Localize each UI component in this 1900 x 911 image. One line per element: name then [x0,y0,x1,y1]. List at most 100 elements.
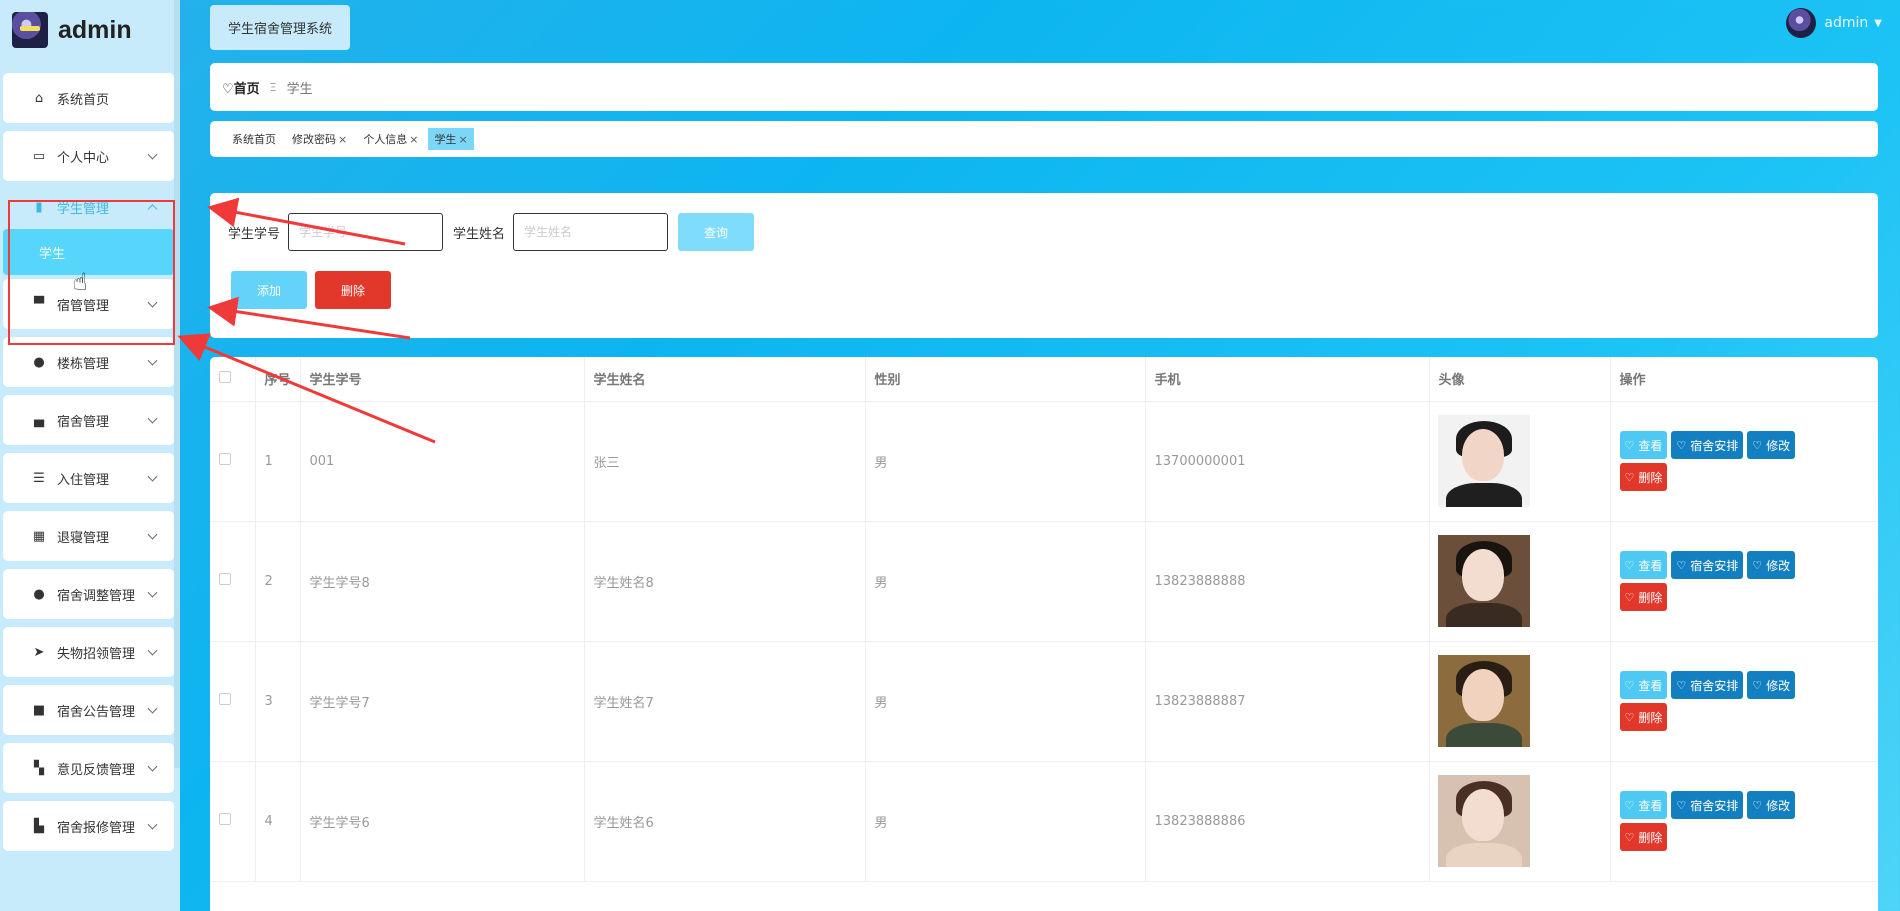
delete-button[interactable]: 删除 [315,271,392,309]
row-checkbox[interactable] [219,693,231,705]
row-delete-button[interactable]: ♡ 删除 [1619,703,1668,731]
select-all-cell[interactable] [210,357,256,402]
gender-cell: 男 [865,761,1146,882]
edit-button[interactable]: ♡ 修改 [1747,671,1796,699]
brand: admin [0,0,180,60]
avatar-cell [1429,641,1611,762]
row-checkbox[interactable] [219,453,231,465]
action-row: 添加 删除 [231,271,392,309]
close-icon[interactable]: × [409,133,418,146]
table-row[interactable]: 3 学生学号7 学生姓名7 男 13823888887 ♡ 查看 ♡ 宿舍安排 ♡ 修… [210,641,1878,762]
actions-cell: ♡ 查看 ♡ 宿舍安排 ♡ 修改 ♡ 删除 [1610,641,1878,762]
chevron-down-icon [147,471,158,482]
sidebar-item-label: 宿舍公告管理 [57,704,136,720]
breadcrumb-home-label: 首页 [233,81,260,97]
sidebar-item-dorm[interactable]: ▄ 宿舍管理 [3,395,174,445]
sidebar-item-check-in[interactable]: ☰ 入住管理 [3,453,174,503]
list-icon: ☰ [33,470,45,486]
view-button[interactable]: ♡ 查看 [1619,551,1668,579]
tag-student[interactable]: 学生 × [428,128,474,150]
row-select-cell[interactable] [210,401,256,522]
assign-label: 宿舍安排 [1690,558,1739,573]
sidebar-item-lost-found[interactable]: ➤ 失物招领管理 [3,627,174,677]
hand-cursor-icon: ☝ [73,268,88,296]
student-id-input[interactable] [288,213,444,251]
sidebar-item-check-out[interactable]: ▦ 退寝管理 [3,511,174,561]
edit-button[interactable]: ♡ 修改 [1747,551,1796,579]
view-label: 查看 [1638,678,1663,693]
view-button[interactable]: ♡ 查看 [1619,431,1668,459]
assign-dorm-button[interactable]: ♡ 宿舍安排 [1671,431,1744,459]
add-button[interactable]: 添加 [231,271,308,309]
sidebar-item-personal-center[interactable]: ▭ 个人中心 [3,131,174,181]
assign-dorm-button[interactable]: ♡ 宿舍安排 [1671,791,1744,819]
sidebar-subitem-student[interactable]: 学生 [3,229,174,275]
tag-label: 学生 [434,133,457,146]
row-delete-button[interactable]: ♡ 删除 [1619,463,1668,491]
heart-icon: ♡ [1624,710,1635,724]
tag-change-password[interactable]: 修改密码 × [286,128,353,150]
chevron-down-icon [147,355,158,366]
table-row[interactable]: 1 001 张三 男 13700000001 ♡ 查看 ♡ 宿舍安排 ♡ 修改 ♡ 删除 [210,401,1878,522]
row-index: 1 [255,401,301,522]
table-row[interactable]: 4 学生学号6 学生姓名6 男 13823888886 ♡ 查看 ♡ 宿舍安排 ♡ 修… [210,761,1878,882]
sidebar-scrollbar[interactable] [174,0,180,768]
assign-dorm-button[interactable]: ♡ 宿舍安排 [1671,671,1744,699]
student-name-input[interactable] [513,213,669,251]
breadcrumb-current: 学生 [286,81,313,97]
edit-button[interactable]: ♡ 修改 [1747,431,1796,459]
row-checkbox[interactable] [219,813,231,825]
sidebar-item-repair[interactable]: ▙ 宿舍报修管理 [3,801,174,851]
row-delete-button[interactable]: ♡ 删除 [1619,823,1668,851]
row-select-cell[interactable] [210,641,256,762]
sidebar-item-label: 意见反馈管理 [57,762,136,778]
sidebar-item-dorm-manager[interactable]: ▀ 宿管管理 [3,279,174,329]
close-icon[interactable]: × [338,133,347,146]
table-row[interactable]: 2 学生学号8 学生姓名8 男 13823888888 ♡ 查看 ♡ 宿舍安排 ♡ 修… [210,521,1878,642]
phone-cell: 13823888888 [1145,521,1430,642]
chevron-down-icon [147,413,158,424]
row-select-cell[interactable] [210,521,256,642]
sidebar-item-feedback[interactable]: ▚ 意见反馈管理 [3,743,174,793]
student-id-cell: 学生学号7 [300,641,585,762]
row-actions: ♡ 查看 ♡ 宿舍安排 ♡ 修改 ♡ 删除 [1619,791,1820,851]
sidebar-item-dorm-adjust[interactable]: ● 宿舍调整管理 [3,569,174,619]
select-all-checkbox[interactable] [219,370,231,383]
student-photo[interactable] [1437,415,1530,507]
edit-label: 修改 [1766,558,1791,573]
gender-cell: 男 [865,641,1146,762]
actions-cell: ♡ 查看 ♡ 宿舍安排 ♡ 修改 ♡ 删除 [1610,401,1878,522]
tag-personal-info[interactable]: 个人信息 × [357,128,424,150]
table-header-row: 序号 学生学号 学生姓名 性别 手机 头像 操作 [210,357,1878,402]
logo [12,12,48,48]
sidebar-item-announcement[interactable]: ■ 宿舍公告管理 [3,685,174,735]
edit-button[interactable]: ♡ 修改 [1747,791,1796,819]
row-select-cell[interactable] [210,761,256,882]
tag-label: 系统首页 [232,133,276,146]
system-name-button[interactable]: 学生宿舍管理系统 [210,5,351,50]
row-delete-button[interactable]: ♡ 删除 [1619,583,1668,611]
view-button[interactable]: ♡ 查看 [1619,791,1668,819]
breadcrumb-home[interactable]: ♡首页 [222,78,260,97]
query-button[interactable]: 查询 [678,213,755,251]
sidebar-item-label: 退寝管理 [57,530,110,546]
student-photo[interactable] [1437,775,1530,867]
heart-icon: ♡ [1624,590,1635,604]
tag-home[interactable]: 系统首页 [226,128,282,150]
system-name-label: 学生宿舍管理系统 [228,22,333,37]
printer-icon: ▄ [34,412,44,428]
close-icon[interactable]: × [458,133,467,146]
sidebar-item-building[interactable]: ● 楼栋管理 [3,337,174,387]
assign-dorm-button[interactable]: ♡ 宿舍安排 [1671,551,1744,579]
heart-icon: ♡ [1624,798,1635,812]
gender-cell: 男 [865,401,1146,522]
card-icon: ▭ [32,148,46,164]
heart-icon: ♡ [1676,558,1687,572]
student-photo[interactable] [1437,535,1530,627]
student-photo[interactable] [1437,655,1530,747]
sidebar-item-home[interactable]: ⌂ 系统首页 [3,73,174,123]
view-button[interactable]: ♡ 查看 [1619,671,1668,699]
row-checkbox[interactable] [219,573,231,585]
sidebar-item-student-management[interactable]: ▮ 学生管理 [3,189,174,225]
user-menu[interactable]: admin ▼ [1786,8,1882,38]
